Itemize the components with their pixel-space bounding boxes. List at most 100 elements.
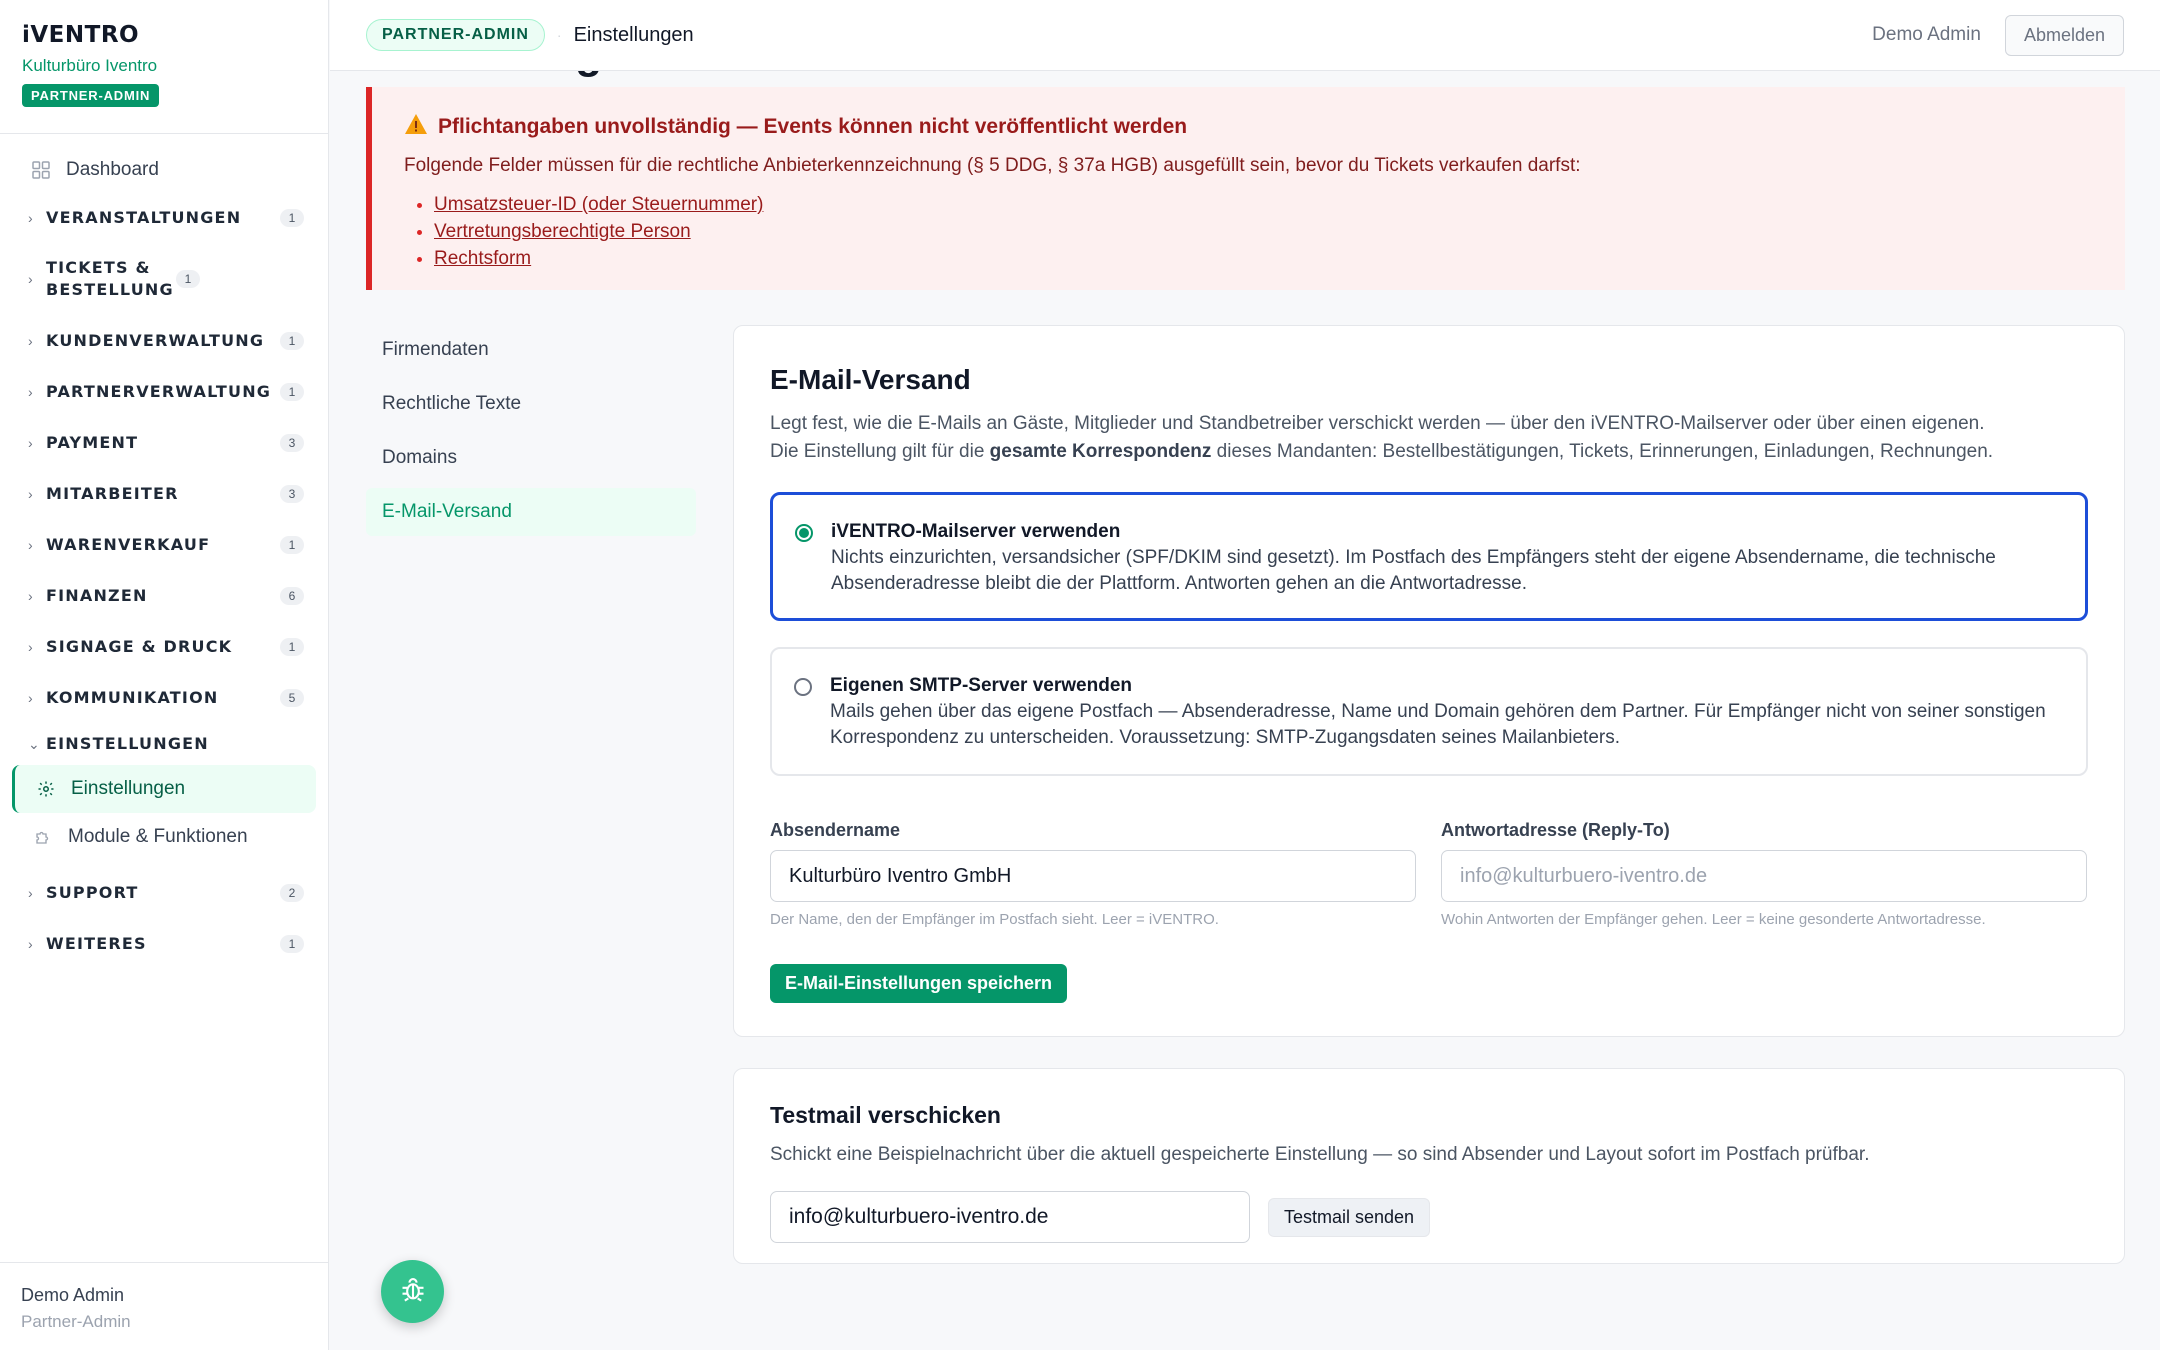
radio-own-smtp[interactable] bbox=[794, 678, 812, 696]
sidebar-nav: Dashboard › VERANSTALTUNGEN 1 › TICKETS … bbox=[0, 134, 328, 969]
option-description: Mails gehen über das eigene Postfach — A… bbox=[830, 701, 2046, 748]
missing-field-link[interactable]: Vertretungsberechtigte Person bbox=[434, 221, 691, 242]
sidebar-group-label: MITARBEITER bbox=[46, 483, 179, 503]
email-settings-title: E-Mail-Versand bbox=[770, 364, 971, 395]
test-mail-title: Testmail verschicken bbox=[770, 1102, 1001, 1128]
subnav-domains[interactable]: Domains bbox=[366, 434, 696, 482]
sidebar-group-finanzen[interactable]: › FINANZEN 6 bbox=[0, 570, 328, 621]
chevron-right-icon: › bbox=[28, 434, 33, 451]
count-badge: 3 bbox=[280, 484, 304, 503]
send-test-mail-button[interactable]: Testmail senden bbox=[1268, 1197, 1431, 1237]
sidebar-group-einstellungen[interactable]: ⌄ EINSTELLUNGEN bbox=[0, 723, 328, 765]
chevron-right-icon: › bbox=[28, 689, 33, 706]
bug-report-button[interactable] bbox=[381, 1260, 444, 1323]
chevron-right-icon: › bbox=[28, 332, 33, 349]
warning-icon bbox=[404, 113, 428, 141]
test-mail-description: Schickt eine Beispielnachricht über die … bbox=[770, 1144, 1870, 1165]
sidebar-group-veranstaltungen[interactable]: › VERANSTALTUNGEN 1 bbox=[0, 192, 328, 243]
brand-logo[interactable]: iVENTRO bbox=[22, 22, 306, 48]
email-settings-card: E-Mail-Versand Legt fest, wie die E-Mail… bbox=[733, 325, 2125, 1037]
missing-field-item[interactable]: Vertretungsberechtigte Person bbox=[434, 218, 2093, 245]
count-badge: 1 bbox=[280, 331, 304, 350]
save-email-settings-button[interactable]: E-Mail-Einstellungen speichern bbox=[770, 964, 1068, 1003]
chevron-right-icon: › bbox=[28, 587, 33, 604]
sidebar-group-weiteres[interactable]: › WEITERES 1 bbox=[0, 918, 328, 969]
missing-field-item[interactable]: Umsatzsteuer-ID (oder Steuernummer) bbox=[434, 191, 2093, 218]
sender-fields: Absendername Kulturbüro Iventro GmbH Der… bbox=[770, 820, 2088, 928]
sidebar-group-label: WARENVERKAUF bbox=[46, 534, 211, 554]
sidebar-group-warenverkauf[interactable]: › WARENVERKAUF 1 bbox=[0, 519, 328, 570]
sidebar-group-label: FINANZEN bbox=[46, 585, 148, 605]
sidebar-group-tickets[interactable]: › TICKETS & BESTELLUNG 1 bbox=[0, 243, 328, 315]
sidebar-group-label: PARTNERVERWALTUNG bbox=[46, 381, 272, 401]
gear-icon bbox=[35, 780, 57, 798]
count-badge: 1 bbox=[176, 270, 200, 288]
footer-user-role: Partner-Admin bbox=[21, 1312, 131, 1331]
sender-name-input[interactable]: Kulturbüro Iventro GmbH bbox=[770, 850, 1416, 902]
brand: iVENTRO Kulturbüro Iventro PARTNER-ADMIN bbox=[0, 0, 328, 134]
reply-to-label: Antwortadresse (Reply-To) bbox=[1441, 820, 1670, 840]
sidebar-group-label: EINSTELLUNGEN bbox=[46, 734, 209, 753]
chevron-right-icon: › bbox=[28, 536, 33, 553]
chevron-right-icon: › bbox=[28, 485, 33, 502]
role-pill: PARTNER-ADMIN bbox=[366, 19, 545, 51]
sidebar-item-einstellungen[interactable]: Einstellungen bbox=[12, 765, 316, 813]
sidebar-group-kundenverwaltung[interactable]: › KUNDENVERWALTUNG 1 bbox=[0, 315, 328, 366]
sidebar-group-label: PAYMENT bbox=[46, 432, 139, 452]
sidebar-item-dashboard[interactable]: Dashboard bbox=[0, 148, 328, 192]
chevron-right-icon: › bbox=[28, 271, 33, 287]
sidebar-group-signage[interactable]: › SIGNAGE & DRUCK 1 bbox=[0, 621, 328, 672]
puzzle-icon bbox=[32, 828, 54, 846]
missing-fields-list: Umsatzsteuer-ID (oder Steuernummer) Vert… bbox=[404, 191, 2093, 272]
option-own-smtp[interactable]: Eigenen SMTP-Server verwenden Mails gehe… bbox=[770, 647, 2088, 776]
chevron-right-icon: › bbox=[28, 209, 33, 226]
option-title: iVENTRO-Mailserver verwenden bbox=[831, 521, 1121, 542]
sidebar-group-payment[interactable]: › PAYMENT 3 bbox=[0, 417, 328, 468]
sidebar-group-kommunikation[interactable]: › KOMMUNIKATION 5 bbox=[0, 672, 328, 723]
sidebar-group-partnerverwaltung[interactable]: › PARTNERVERWALTUNG 1 bbox=[0, 366, 328, 417]
count-badge: 1 bbox=[280, 637, 304, 656]
sidebar-group-mitarbeiter[interactable]: › MITARBEITER 3 bbox=[0, 468, 328, 519]
subnav-firmendaten[interactable]: Firmendaten bbox=[366, 326, 696, 374]
sidebar-group-support[interactable]: › SUPPORT 2 bbox=[0, 867, 328, 918]
sidebar-group-label: KOMMUNIKATION bbox=[46, 687, 219, 707]
main-content: Einstellungen Pflichtangaben unvollständ… bbox=[330, 71, 2160, 1350]
sidebar-item-label: Einstellungen bbox=[71, 778, 186, 799]
test-mail-input[interactable]: info@kulturbuero-iventro.de bbox=[770, 1191, 1250, 1243]
subnav-rechtliche-texte[interactable]: Rechtliche Texte bbox=[366, 380, 696, 428]
footer-user-name: Demo Admin bbox=[21, 1285, 125, 1305]
grid-icon bbox=[30, 159, 52, 181]
sender-name-field-group: Absendername Kulturbüro Iventro GmbH Der… bbox=[770, 820, 1416, 928]
option-iventro-mailserver[interactable]: iVENTRO-Mailserver verwenden Nichts einz… bbox=[770, 492, 2088, 621]
count-badge: 1 bbox=[280, 535, 304, 554]
sidebar-group-label: TICKETS & BESTELLUNG bbox=[46, 258, 174, 299]
alert-title-text: Pflichtangaben unvollständig — Events kö… bbox=[438, 115, 1188, 138]
chevron-right-icon: › bbox=[28, 638, 33, 655]
missing-field-link[interactable]: Rechtsform bbox=[434, 248, 531, 269]
sidebar-item-label: Dashboard bbox=[66, 159, 159, 180]
user-name[interactable]: Demo Admin bbox=[1872, 24, 1981, 46]
missing-field-link[interactable]: Umsatzsteuer-ID (oder Steuernummer) bbox=[434, 194, 763, 215]
logout-button[interactable]: Abmelden bbox=[2004, 14, 2124, 56]
sidebar-group-label: WEITERES bbox=[46, 933, 147, 953]
required-fields-alert: Pflichtangaben unvollständig — Events kö… bbox=[366, 87, 2125, 290]
chevron-down-icon: ⌄ bbox=[28, 735, 40, 752]
page-title: Einstellungen bbox=[365, 71, 653, 79]
sidebar-group-label: KUNDENVERWALTUNG bbox=[46, 330, 265, 350]
sender-name-hint: Der Name, den der Empfänger im Postfach … bbox=[770, 911, 1219, 928]
radio-iventro-mailserver[interactable] bbox=[795, 524, 813, 542]
sidebar: iVENTRO Kulturbüro Iventro PARTNER-ADMIN… bbox=[0, 0, 329, 1350]
subnav-email-versand[interactable]: E-Mail-Versand bbox=[366, 488, 696, 536]
option-title: Eigenen SMTP-Server verwenden bbox=[830, 675, 1132, 696]
count-badge: 2 bbox=[280, 883, 304, 902]
brand-org-name: Kulturbüro Iventro bbox=[22, 56, 158, 75]
count-badge: 5 bbox=[280, 688, 304, 707]
alert-title: Pflichtangaben unvollständig — Events kö… bbox=[404, 113, 2093, 141]
sidebar-footer: Demo Admin Partner-Admin bbox=[0, 1262, 328, 1350]
reply-to-input[interactable]: info@kulturbuero-iventro.de bbox=[1441, 850, 2087, 902]
count-badge: 6 bbox=[280, 586, 304, 605]
sidebar-item-module[interactable]: Module & Funktionen bbox=[12, 813, 316, 861]
missing-field-item[interactable]: Rechtsform bbox=[434, 245, 2093, 272]
settings-subnav: Firmendaten Rechtliche Texte Domains E-M… bbox=[366, 326, 696, 542]
chevron-right-icon: › bbox=[28, 383, 33, 400]
